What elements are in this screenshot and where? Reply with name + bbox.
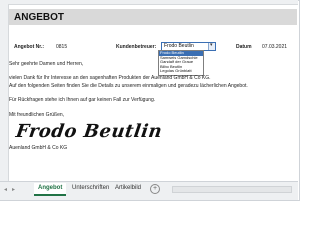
- kundenbetreuer-options-list[interactable]: Frodo Beutlin Samweis Gamdschie Gandalf …: [158, 50, 204, 76]
- body-text-3: Für Rückfragen stehe ich Ihnen auf gar k…: [9, 97, 156, 103]
- tab-angebot[interactable]: Angebot: [34, 183, 67, 196]
- tab-artikelbild[interactable]: Artikelbild: [111, 183, 145, 194]
- angebot-nr-label: Angebot Nr.:: [14, 44, 44, 50]
- signature: Frodo Beutlin: [14, 121, 164, 142]
- row-number-column: [0, 4, 9, 182]
- page-title: ANGEBOT: [14, 12, 64, 23]
- dropdown-arrow-button[interactable]: ▾: [208, 42, 215, 50]
- angebot-nr-value[interactable]: 0815: [56, 44, 67, 50]
- add-sheet-button[interactable]: +: [150, 184, 160, 194]
- body-text-2: Auf den folgenden Seiten finden Sie die …: [9, 83, 248, 89]
- datum-value[interactable]: 07.03.2021: [262, 44, 287, 50]
- body-text-1: vielen Dank für Ihr Interesse an den sag…: [9, 75, 211, 81]
- datum-label: Datum: [236, 44, 252, 50]
- kundenbetreuer-label: Kundenbetreuer:: [116, 44, 157, 50]
- closing-text: Mit freundlichen Grüßen,: [9, 112, 65, 118]
- chevron-down-icon: ▾: [210, 42, 213, 48]
- horizontal-scrollbar[interactable]: [172, 186, 292, 193]
- dropdown-option[interactable]: Legolas Grünblatt: [159, 69, 203, 74]
- tab-nav-next[interactable]: ▸: [12, 186, 15, 193]
- company-name: Auenland GmbH & Co KG: [9, 145, 68, 151]
- tab-unterschriften[interactable]: Unterschriften: [68, 183, 113, 194]
- column-header-bar: [0, 0, 298, 5]
- kundenbetreuer-value: Frodo Beutlin: [164, 43, 194, 49]
- greeting-text: Sehr geehrte Damen und Herren,: [9, 61, 84, 67]
- tab-nav-prev[interactable]: ◂: [4, 186, 7, 193]
